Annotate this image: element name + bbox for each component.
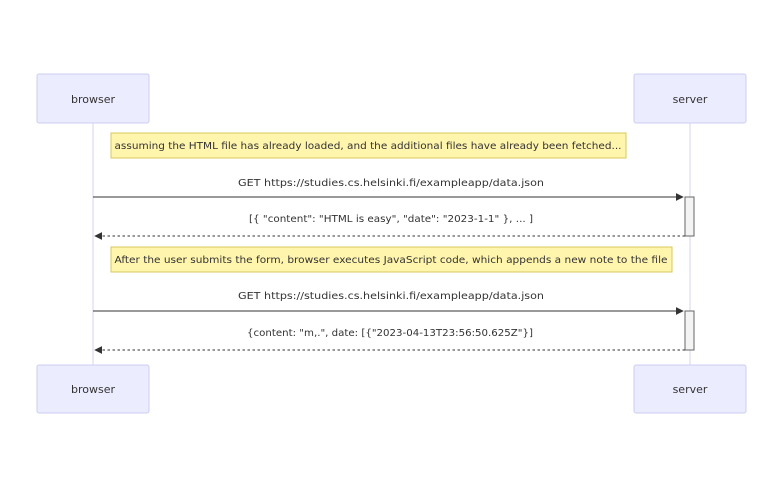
server-activation-1 (684, 196, 695, 237)
actor-server-top: server (633, 73, 747, 124)
message-1-label: GET https://studies.cs.helsinki.fi/examp… (238, 178, 544, 189)
note-2: After the user submits the form, browser… (110, 246, 673, 273)
note-2-text: After the user submits the form, browser… (115, 255, 668, 266)
message-3-label: GET https://studies.cs.helsinki.fi/examp… (238, 291, 544, 302)
message-1: GET https://studies.cs.helsinki.fi/examp… (93, 178, 684, 201)
note-1: assuming the HTML file has already loade… (110, 132, 627, 159)
message-3: GET https://studies.cs.helsinki.fi/examp… (93, 291, 684, 315)
actor-server-bottom-label: server (673, 383, 708, 396)
actor-browser-top: browser (36, 73, 150, 124)
message-2-label: [{ "content": "HTML is easy", "date": "2… (249, 214, 533, 225)
message-4: {content: "m,.", date: [{"2023-04-13T23:… (94, 328, 685, 354)
message-4-label: {content: "m,.", date: [{"2023-04-13T23:… (247, 328, 533, 339)
note-1-text: assuming the HTML file has already loade… (115, 141, 622, 152)
sequence-diagram: browser server assuming the HTML file ha… (36, 73, 747, 414)
actor-browser-bottom-label: browser (71, 383, 115, 396)
actor-browser-top-label: browser (71, 93, 115, 106)
message-2: [{ "content": "HTML is easy", "date": "2… (94, 214, 685, 240)
actor-browser-bottom: browser (36, 364, 150, 414)
actor-server-bottom: server (633, 364, 747, 414)
server-activation-2 (684, 310, 695, 351)
actor-server-top-label: server (673, 93, 708, 106)
